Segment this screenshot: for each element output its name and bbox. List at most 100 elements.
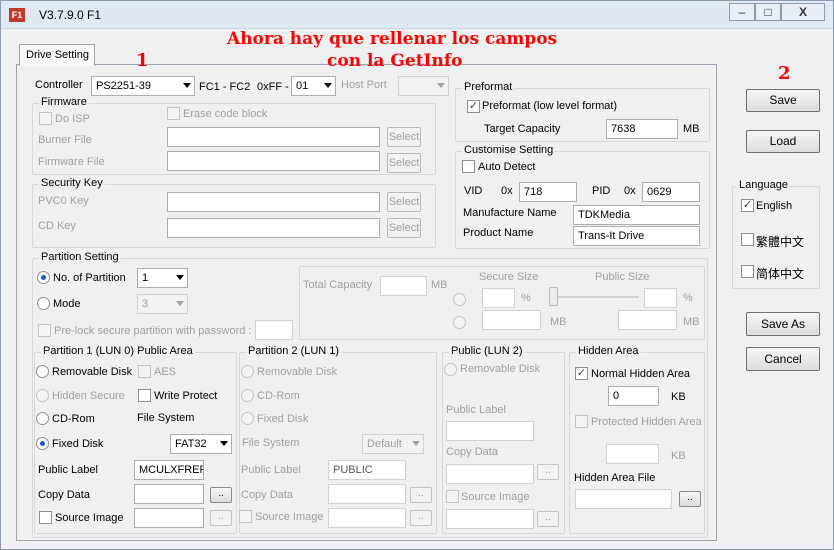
lun2-copy-data-browse[interactable]: .. xyxy=(537,464,559,480)
cd-select-button[interactable]: Select xyxy=(387,218,421,238)
normal-hidden-area-checkbox[interactable]: ✓ xyxy=(575,367,588,380)
cancel-button[interactable]: Cancel xyxy=(746,347,820,371)
close-button[interactable]: X xyxy=(781,3,825,21)
p1-removable-radio[interactable] xyxy=(36,365,49,378)
lun2-removable-radio[interactable] xyxy=(444,363,457,376)
protected-hidden-area-label: Protected Hidden Area xyxy=(591,416,702,428)
p1-source-image-browse[interactable]: .. xyxy=(210,510,232,526)
p1-copy-data-field[interactable] xyxy=(134,484,204,504)
no-of-partition-select[interactable]: 1 xyxy=(137,268,188,288)
lun2-source-image-checkbox[interactable] xyxy=(446,490,459,503)
cd-key-field[interactable] xyxy=(167,218,380,238)
english-checkbox[interactable]: ✓ xyxy=(741,199,754,212)
prelock-checkbox[interactable] xyxy=(38,324,51,337)
p2-file-system-select[interactable]: Default xyxy=(362,434,424,454)
hidden-area-file-browse[interactable]: .. xyxy=(679,491,701,507)
p2-source-image-checkbox[interactable] xyxy=(239,510,252,523)
p2-source-image-field[interactable] xyxy=(328,508,406,528)
lun2-source-image-browse[interactable]: .. xyxy=(537,511,559,527)
do-isp-checkbox[interactable] xyxy=(39,112,52,125)
secure-size-percent-field[interactable] xyxy=(482,288,515,308)
p1-cdrom-radio[interactable] xyxy=(36,412,49,425)
p1-copy-data-browse[interactable]: .. xyxy=(210,487,232,503)
p2-cdrom-label: CD-Rom xyxy=(257,390,300,402)
public-size-percent-field[interactable] xyxy=(644,288,677,308)
size-slider-track[interactable] xyxy=(549,296,639,298)
manufacture-name-field[interactable]: TDKMedia xyxy=(573,205,700,225)
p2-copy-data-browse[interactable]: .. xyxy=(410,487,432,503)
target-capacity-unit: MB xyxy=(683,123,700,135)
p2-cdrom-radio[interactable] xyxy=(241,389,254,402)
hidden-area-file-field[interactable] xyxy=(575,489,672,509)
total-capacity-field[interactable] xyxy=(380,276,427,296)
lun2-public-label-field[interactable] xyxy=(446,421,534,441)
lun2-source-image-field[interactable] xyxy=(446,509,534,529)
app-window: F1 V3.7.9.0 F1 – □ X Drive Setting 1 2 A… xyxy=(0,0,834,550)
save-as-button[interactable]: Save As xyxy=(746,312,820,336)
size-slider-thumb[interactable] xyxy=(549,287,558,306)
p1-fixed-disk-radio[interactable] xyxy=(36,437,49,450)
normal-hidden-area-unit: KB xyxy=(671,391,686,403)
public-size-mb-field[interactable] xyxy=(618,310,677,330)
no-of-partition-radio[interactable] xyxy=(37,271,50,284)
window-title: V3.7.9.0 F1 xyxy=(39,8,102,22)
traditional-chinese-checkbox[interactable] xyxy=(741,233,754,246)
p1-source-image-checkbox[interactable] xyxy=(39,511,52,524)
pid-field[interactable]: 0629 xyxy=(642,182,700,202)
p2-fixed-disk-radio[interactable] xyxy=(241,412,254,425)
p2-removable-radio[interactable] xyxy=(241,365,254,378)
controller-select[interactable]: PS2251-39 xyxy=(91,76,195,96)
minimize-button[interactable]: – xyxy=(729,3,755,21)
secure-size-percent-radio[interactable] xyxy=(453,293,466,306)
p1-removable-label: Removable Disk xyxy=(52,366,133,378)
lun2-copy-data-field[interactable] xyxy=(446,464,534,484)
title-bar[interactable]: F1 V3.7.9.0 F1 – □ X xyxy=(1,1,833,29)
p2-copy-data-field[interactable] xyxy=(328,484,406,504)
firmware-select-button[interactable]: Select xyxy=(387,153,421,173)
burner-select-button[interactable]: Select xyxy=(387,127,421,147)
p2-source-image-browse[interactable]: .. xyxy=(410,510,432,526)
product-name-field[interactable]: Trans-It Drive xyxy=(573,226,700,246)
secure-size-mb-field[interactable] xyxy=(482,310,541,330)
p1-hidden-secure-label: Hidden Secure xyxy=(52,390,125,402)
save-button[interactable]: Save xyxy=(746,89,820,112)
mode-radio[interactable] xyxy=(37,297,50,310)
lun2-source-image-label: Source Image xyxy=(461,491,530,503)
protected-hidden-area-checkbox[interactable] xyxy=(575,415,588,428)
tab-drive-setting[interactable]: Drive Setting xyxy=(19,44,95,66)
simplified-chinese-checkbox[interactable] xyxy=(741,265,754,278)
mode-select[interactable]: 3 xyxy=(137,294,188,314)
p1-file-system-select[interactable]: FAT32 xyxy=(170,434,232,454)
fc-select[interactable]: 01 xyxy=(291,76,336,96)
maximize-button[interactable]: □ xyxy=(755,3,781,21)
p1-public-label-field[interactable]: MCULXFRER xyxy=(134,460,204,480)
protected-hidden-area-field[interactable] xyxy=(606,444,659,464)
host-port-select[interactable] xyxy=(398,76,449,96)
secure-size-mb-radio[interactable] xyxy=(453,316,466,329)
auto-detect-checkbox[interactable] xyxy=(462,160,475,173)
firmware-file-field[interactable] xyxy=(167,151,380,171)
load-button[interactable]: Load xyxy=(746,130,820,153)
p2-public-label-field[interactable]: PUBLIC xyxy=(328,460,406,480)
p1-source-image-field[interactable] xyxy=(134,508,204,528)
app-icon: F1 xyxy=(9,8,25,22)
p1-hidden-secure-radio[interactable] xyxy=(36,389,49,402)
p1-aes-checkbox[interactable] xyxy=(138,365,151,378)
pvc0-key-field[interactable] xyxy=(167,192,380,212)
vid-hex-label: 0x xyxy=(501,185,513,197)
normal-hidden-area-field[interactable]: 0 xyxy=(608,386,659,406)
pvc0-select-button[interactable]: Select xyxy=(387,192,421,212)
host-port-label: Host Port xyxy=(341,79,387,91)
pid-label: PID xyxy=(592,185,611,197)
erase-code-block-checkbox[interactable] xyxy=(167,107,180,120)
annotation-step1: 1 xyxy=(136,50,149,71)
vid-field[interactable]: 718 xyxy=(519,182,577,202)
burner-file-field[interactable] xyxy=(167,127,380,147)
total-capacity-label: Total Capacity xyxy=(303,279,373,291)
annotation-line1: Ahora hay que rellenar los campos xyxy=(227,29,558,49)
prelock-password-field[interactable] xyxy=(255,320,293,340)
p1-write-protect-checkbox[interactable] xyxy=(138,389,151,402)
target-capacity-field[interactable]: 7638 xyxy=(606,119,678,139)
preformat-checkbox[interactable]: ✓ xyxy=(467,100,480,113)
chevron-down-icon xyxy=(220,441,228,446)
